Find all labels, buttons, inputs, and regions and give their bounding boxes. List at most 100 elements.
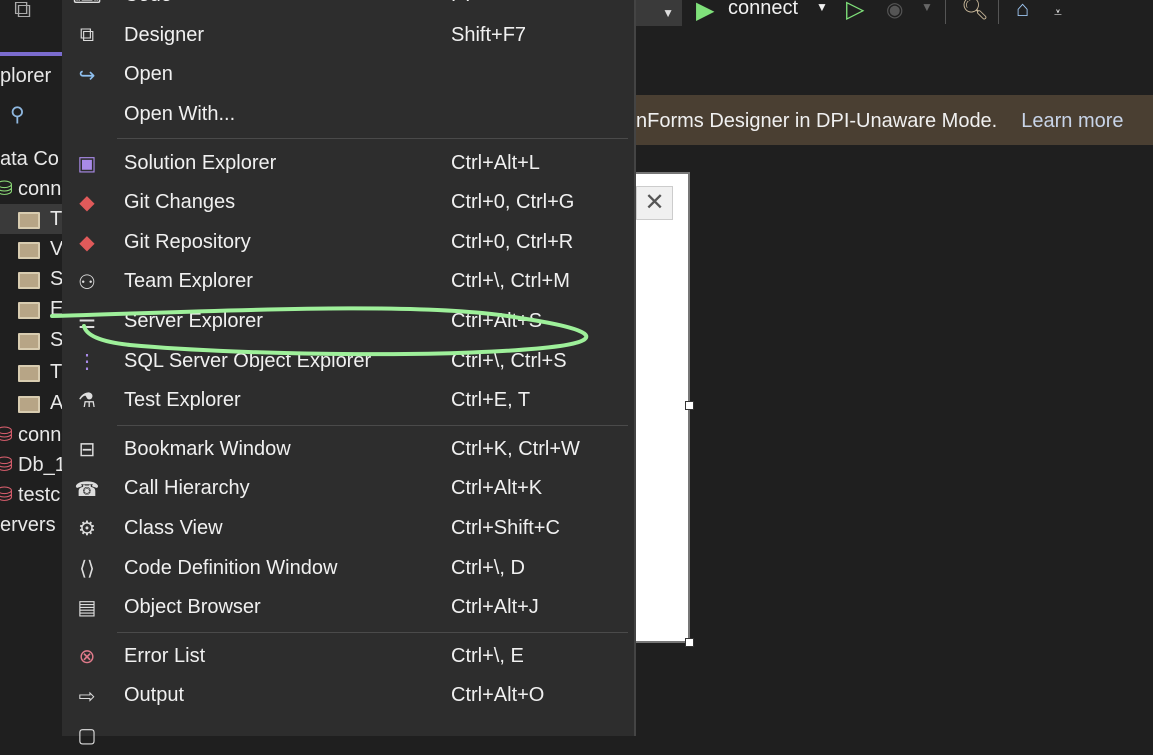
menu-item-output[interactable]: ⇨ Output Ctrl+Alt+O <box>62 676 634 716</box>
menu-item-shortcut: Ctrl+\, D <box>451 556 525 579</box>
folder-icon <box>18 212 40 229</box>
home-window-icon[interactable]: ⌂ <box>1016 0 1029 22</box>
menu-item-open-with[interactable]: Open With... <box>62 95 634 135</box>
hot-reload-dropdown-icon[interactable]: ▼ <box>921 0 933 14</box>
toolbar-overflow-icon[interactable]: ⩡ <box>1054 4 1062 21</box>
menu-item-bookmark-window[interactable]: ⊟ Bookmark Window Ctrl+K, Ctrl+W <box>62 430 634 470</box>
menu-item-label: Solution Explorer <box>124 151 277 174</box>
folder-icon <box>18 365 40 382</box>
tree-item[interactable]: T <box>50 208 62 231</box>
open-icon: ↪ <box>78 64 96 87</box>
menu-item-object-browser[interactable]: ▤ Object Browser Ctrl+Alt+J <box>62 588 634 628</box>
object-browser-icon: ▤ <box>77 597 97 620</box>
tree-item[interactable]: Db_1 <box>18 454 66 477</box>
menu-item-class-view[interactable]: ⚙ Class View Ctrl+Shift+C <box>62 509 634 549</box>
menu-item-shortcut: Ctrl+Alt+K <box>451 477 543 500</box>
menu-item-label: SQL Server Object Explorer <box>124 349 372 372</box>
menu-item-call-hierarchy[interactable]: ☎ Call Hierarchy Ctrl+Alt+K <box>62 469 634 509</box>
server-explorer-icon: ☰ <box>78 311 96 334</box>
menu-item-server-explorer[interactable]: ☰ Server Explorer Ctrl+Alt+S <box>62 302 634 342</box>
menu-item-shortcut: Ctrl+Alt+L <box>451 151 540 174</box>
menu-item-label: Error List <box>124 644 206 667</box>
tree-item[interactable]: testc <box>18 484 60 507</box>
menu-item-team-explorer[interactable]: ⚇ Team Explorer Ctrl+\, Ctrl+M <box>62 262 634 302</box>
menu-item-shortcut: Ctrl+\, Ctrl+S <box>451 349 567 372</box>
panel-title: plorer <box>0 65 52 87</box>
database-connected-icon: ⛁ <box>0 178 13 200</box>
tree-item[interactable]: conn <box>18 424 61 447</box>
server-explorer-panel: ⧉ plorer ⚲ ata Co ⛁ conn T V S E S T A ⛁ conn ⛁ Db_1 ⛁… <box>0 0 66 720</box>
code-definition-window-icon: ⟨⟩ <box>79 557 95 580</box>
config-dropdown[interactable]: ▼ <box>636 0 682 26</box>
database-error-icon: ⛁ <box>0 424 13 446</box>
test-explorer-icon: ⚗ <box>78 390 96 413</box>
folder-icon <box>18 333 40 350</box>
menu-item-partial[interactable]: ▢ <box>62 716 634 755</box>
banner-message: nForms Designer in DPI-Unaware Mode. <box>636 110 998 132</box>
menu-item-error-list[interactable]: ⊗ Error List Ctrl+\, E <box>62 637 634 677</box>
output-icon: ⇨ <box>78 685 96 708</box>
resize-handle[interactable] <box>685 638 694 647</box>
run-target-button[interactable]: connect <box>728 0 798 20</box>
menu-item-test-explorer[interactable]: ⚗ Test Explorer Ctrl+E, T <box>62 381 634 421</box>
sql-server-object-explorer-icon: ⋮ <box>77 350 97 373</box>
menu-separator <box>62 421 634 430</box>
menu-item-label: Test Explorer <box>124 389 241 412</box>
designer-icon: ⧉ <box>79 24 95 47</box>
database-error-icon: ⛁ <box>0 484 13 506</box>
folder-icon <box>18 396 40 413</box>
menu-item-label: Server Explorer <box>124 310 263 333</box>
run-target-dropdown-icon[interactable]: ▼ <box>816 0 828 14</box>
start-without-debugging-icon[interactable]: ▷ <box>846 0 864 24</box>
solution-explorer-icon: ▣ <box>77 152 97 175</box>
database-error-icon: ⛁ <box>0 454 13 476</box>
start-icon[interactable]: ▶ <box>696 0 714 25</box>
team-explorer-icon: ⚇ <box>78 271 96 294</box>
connect-database-icon[interactable]: ⚲ <box>10 102 25 127</box>
folder-icon <box>18 302 40 319</box>
menu-item-shortcut: Ctrl+Alt+O <box>451 684 545 707</box>
menu-item-open[interactable]: ↪ Open <box>62 55 634 95</box>
tree-item[interactable]: ervers <box>0 514 56 537</box>
resize-handle[interactable] <box>685 401 694 410</box>
menu-item-label: Open <box>124 63 173 86</box>
tree-item[interactable]: T <box>50 361 62 384</box>
form-close-icon[interactable]: ✕ <box>636 186 673 220</box>
menu-item-git-repository[interactable]: ◆ Git Repository Ctrl+0, Ctrl+R <box>62 223 634 263</box>
menu-item-sql-server-object-explorer[interactable]: ⋮ SQL Server Object Explorer Ctrl+\, Ctrl+… <box>62 341 634 381</box>
tree-item[interactable]: ata Co <box>0 148 59 171</box>
menu-item-label: Git Changes <box>124 191 236 214</box>
form-designer-surface[interactable] <box>636 172 690 643</box>
find-in-files-icon[interactable]: 🔍︎ <box>961 0 989 22</box>
menu-item-code-definition-window[interactable]: ⟨⟩ Code Definition Window Ctrl+\, D <box>62 548 634 588</box>
menu-item-shortcut: Shift+F7 <box>451 23 527 46</box>
menu-item-shortcut: Ctrl+\, E <box>451 644 524 667</box>
menu-item-shortcut: F7 <box>451 0 474 7</box>
menu-item-shortcut: Ctrl+\, Ctrl+M <box>451 270 570 293</box>
tree-item[interactable]: conn <box>18 178 61 201</box>
toolbar-separator <box>998 0 999 24</box>
menu-item-git-changes[interactable]: ◆ Git Changes Ctrl+0, Ctrl+G <box>62 183 634 223</box>
hot-reload-icon[interactable]: ◉ <box>886 0 903 22</box>
active-tab-accent <box>0 52 62 56</box>
menu-item-code[interactable]: ⌨ Code F7 <box>62 0 634 16</box>
menu-item-shortcut: Ctrl+Shift+C <box>451 517 560 540</box>
menu-item-shortcut: Ctrl+Alt+S <box>451 310 543 333</box>
toolbar-separator <box>945 0 946 24</box>
menu-item-label: Open With... <box>124 103 236 126</box>
menu-item-solution-explorer[interactable]: ▣ Solution Explorer Ctrl+Alt+L <box>62 143 634 183</box>
menu-item-label: Class View <box>124 517 223 540</box>
class-view-icon: ⚙ <box>78 518 96 541</box>
menu-item-label: Git Repository <box>124 230 251 253</box>
toolbar: ▼ ▶ connect ▼ ▷ ◉ ▼ 🔍︎ ⌂ ⩡ <box>636 0 1153 30</box>
menu-item-shortcut: Ctrl+0, Ctrl+R <box>451 230 574 253</box>
menu-item-label: Designer <box>124 23 205 46</box>
folder-icon <box>18 272 40 289</box>
learn-more-link[interactable]: Learn more <box>1021 110 1123 132</box>
menu-item-label: Code <box>124 0 172 7</box>
git-repository-icon: ◆ <box>79 232 95 255</box>
call-hierarchy-icon: ☎ <box>74 478 100 501</box>
menu-item-shortcut: Ctrl+E, T <box>451 389 531 412</box>
menu-item-designer[interactable]: ⧉ Designer Shift+F7 <box>62 16 634 56</box>
new-item-icon[interactable]: ⧉ <box>14 0 31 24</box>
